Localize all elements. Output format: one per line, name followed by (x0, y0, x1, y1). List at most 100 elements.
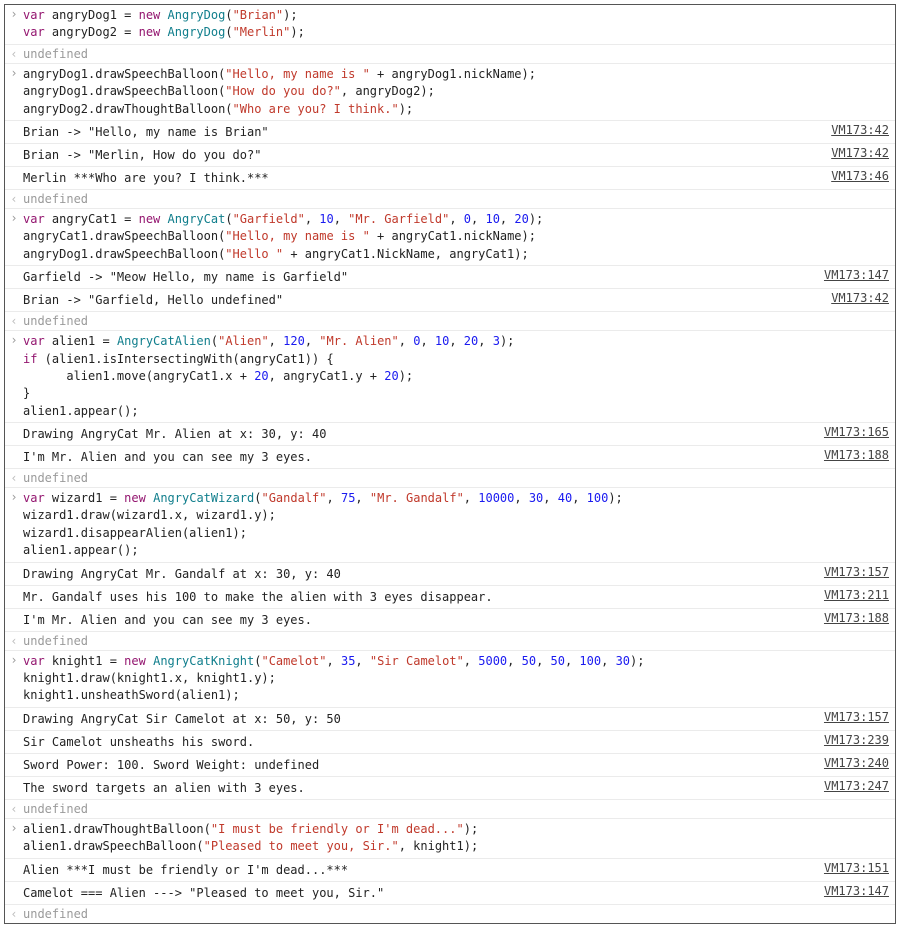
return-value: undefined (23, 632, 895, 650)
console-return: undefined (5, 905, 895, 923)
log-gutter (5, 289, 23, 293)
log-gutter (5, 882, 23, 886)
input-caret-icon (5, 5, 23, 23)
source-link[interactable]: VM173:157 (818, 708, 895, 726)
log-message: I'm Mr. Alien and you can see my 3 eyes. (23, 609, 818, 631)
console-input[interactable]: var knight1 = new AngryCatKnight("Camelo… (5, 651, 895, 708)
console-log: Camelot === Alien ---> "Pleased to meet … (5, 882, 895, 905)
log-gutter (5, 423, 23, 427)
log-message: The sword targets an alien with 3 eyes. (23, 777, 818, 799)
source-link[interactable]: VM173:46 (825, 167, 895, 185)
source-link[interactable]: VM173:147 (818, 266, 895, 284)
source-link[interactable]: VM173:42 (825, 121, 895, 139)
log-message: Merlin ***Who are you? I think.*** (23, 167, 825, 189)
log-message: Mr. Gandalf uses his 100 to make the ali… (23, 586, 818, 608)
source-link[interactable]: VM173:42 (825, 289, 895, 307)
console-input[interactable]: angryDog1.drawSpeechBalloon("Hello, my n… (5, 64, 895, 121)
log-gutter (5, 121, 23, 125)
log-gutter (5, 563, 23, 567)
console-log: Drawing AngryCat Mr. Gandalf at x: 30, y… (5, 563, 895, 586)
log-message: Alien ***I must be friendly or I'm dead.… (23, 859, 818, 881)
log-message: Sword Power: 100. Sword Weight: undefine… (23, 754, 818, 776)
log-gutter (5, 446, 23, 450)
code-block: var wizard1 = new AngryCatWizard("Gandal… (23, 488, 895, 562)
output-caret-icon (5, 800, 23, 818)
log-message: Drawing AngryCat Sir Camelot at x: 50, y… (23, 708, 818, 730)
log-message: Drawing AngryCat Mr. Alien at x: 30, y: … (23, 423, 818, 445)
source-link[interactable]: VM173:157 (818, 563, 895, 581)
input-caret-icon (5, 331, 23, 349)
input-caret-icon (5, 64, 23, 82)
source-link[interactable]: VM173:247 (818, 777, 895, 795)
source-link[interactable]: VM173:211 (818, 586, 895, 604)
source-link[interactable]: VM173:188 (818, 609, 895, 627)
source-link[interactable]: VM173:188 (818, 446, 895, 464)
code-block: angryDog1.drawSpeechBalloon("Hello, my n… (23, 64, 895, 120)
console-input[interactable]: var angryCat1 = new AngryCat("Garfield",… (5, 209, 895, 266)
console-return: undefined (5, 190, 895, 209)
input-caret-icon (5, 651, 23, 669)
log-gutter (5, 754, 23, 758)
input-caret-icon (5, 209, 23, 227)
console-log: Sword Power: 100. Sword Weight: undefine… (5, 754, 895, 777)
console-input[interactable]: var angryDog1 = new AngryDog("Brian");va… (5, 5, 895, 45)
console-log: I'm Mr. Alien and you can see my 3 eyes.… (5, 446, 895, 469)
return-value: undefined (23, 800, 895, 818)
return-value: undefined (23, 905, 895, 923)
return-value: undefined (23, 190, 895, 208)
log-gutter (5, 144, 23, 148)
code-block: var angryCat1 = new AngryCat("Garfield",… (23, 209, 895, 265)
log-gutter (5, 731, 23, 735)
source-link[interactable]: VM173:42 (825, 144, 895, 162)
log-gutter (5, 586, 23, 590)
console-return: undefined (5, 469, 895, 488)
console-input[interactable]: var wizard1 = new AngryCatWizard("Gandal… (5, 488, 895, 563)
output-caret-icon (5, 190, 23, 208)
console-log: Brian -> "Hello, my name is Brian" VM173… (5, 121, 895, 144)
output-caret-icon (5, 905, 23, 923)
output-caret-icon (5, 632, 23, 650)
code-block: var alien1 = AngryCatAlien("Alien", 120,… (23, 331, 895, 422)
return-value: undefined (23, 312, 895, 330)
console-log: Brian -> "Merlin, How do you do?" VM173:… (5, 144, 895, 167)
log-message: Brian -> "Garfield, Hello undefined" (23, 289, 825, 311)
source-link[interactable]: VM173:151 (818, 859, 895, 877)
console-log: Drawing AngryCat Mr. Alien at x: 30, y: … (5, 423, 895, 446)
console-return: undefined (5, 632, 895, 651)
source-link[interactable]: VM173:239 (818, 731, 895, 749)
console-log: Garfield -> "Meow Hello, my name is Garf… (5, 266, 895, 289)
log-message: Camelot === Alien ---> "Pleased to meet … (23, 882, 818, 904)
log-gutter (5, 859, 23, 863)
console-log: I'm Mr. Alien and you can see my 3 eyes.… (5, 609, 895, 632)
log-message: I'm Mr. Alien and you can see my 3 eyes. (23, 446, 818, 468)
log-message: Brian -> "Hello, my name is Brian" (23, 121, 825, 143)
input-caret-icon (5, 819, 23, 837)
return-value: undefined (23, 469, 895, 487)
log-message: Sir Camelot unsheaths his sword. (23, 731, 818, 753)
console-log: Brian -> "Garfield, Hello undefined" VM1… (5, 289, 895, 312)
log-gutter (5, 609, 23, 613)
console-return: undefined (5, 45, 895, 64)
input-caret-icon (5, 488, 23, 506)
output-caret-icon (5, 45, 23, 63)
devtools-console[interactable]: var angryDog1 = new AngryDog("Brian");va… (4, 4, 896, 924)
console-input[interactable]: var alien1 = AngryCatAlien("Alien", 120,… (5, 331, 895, 423)
log-message: Garfield -> "Meow Hello, my name is Garf… (23, 266, 818, 288)
console-log: Drawing AngryCat Sir Camelot at x: 50, y… (5, 708, 895, 731)
source-link[interactable]: VM173:165 (818, 423, 895, 441)
console-return: undefined (5, 312, 895, 331)
code-block: alien1.drawThoughtBalloon("I must be fri… (23, 819, 895, 858)
console-log: Alien ***I must be friendly or I'm dead.… (5, 859, 895, 882)
log-gutter (5, 777, 23, 781)
source-link[interactable]: VM173:147 (818, 882, 895, 900)
code-block: var angryDog1 = new AngryDog("Brian");va… (23, 5, 895, 44)
console-input[interactable]: alien1.drawThoughtBalloon("I must be fri… (5, 819, 895, 859)
log-gutter (5, 708, 23, 712)
console-log: Merlin ***Who are you? I think.*** VM173… (5, 167, 895, 190)
console-log: The sword targets an alien with 3 eyes. … (5, 777, 895, 800)
console-log: Sir Camelot unsheaths his sword. VM173:2… (5, 731, 895, 754)
code-block: var knight1 = new AngryCatKnight("Camelo… (23, 651, 895, 707)
log-gutter (5, 167, 23, 171)
console-log: Mr. Gandalf uses his 100 to make the ali… (5, 586, 895, 609)
output-caret-icon (5, 312, 23, 330)
